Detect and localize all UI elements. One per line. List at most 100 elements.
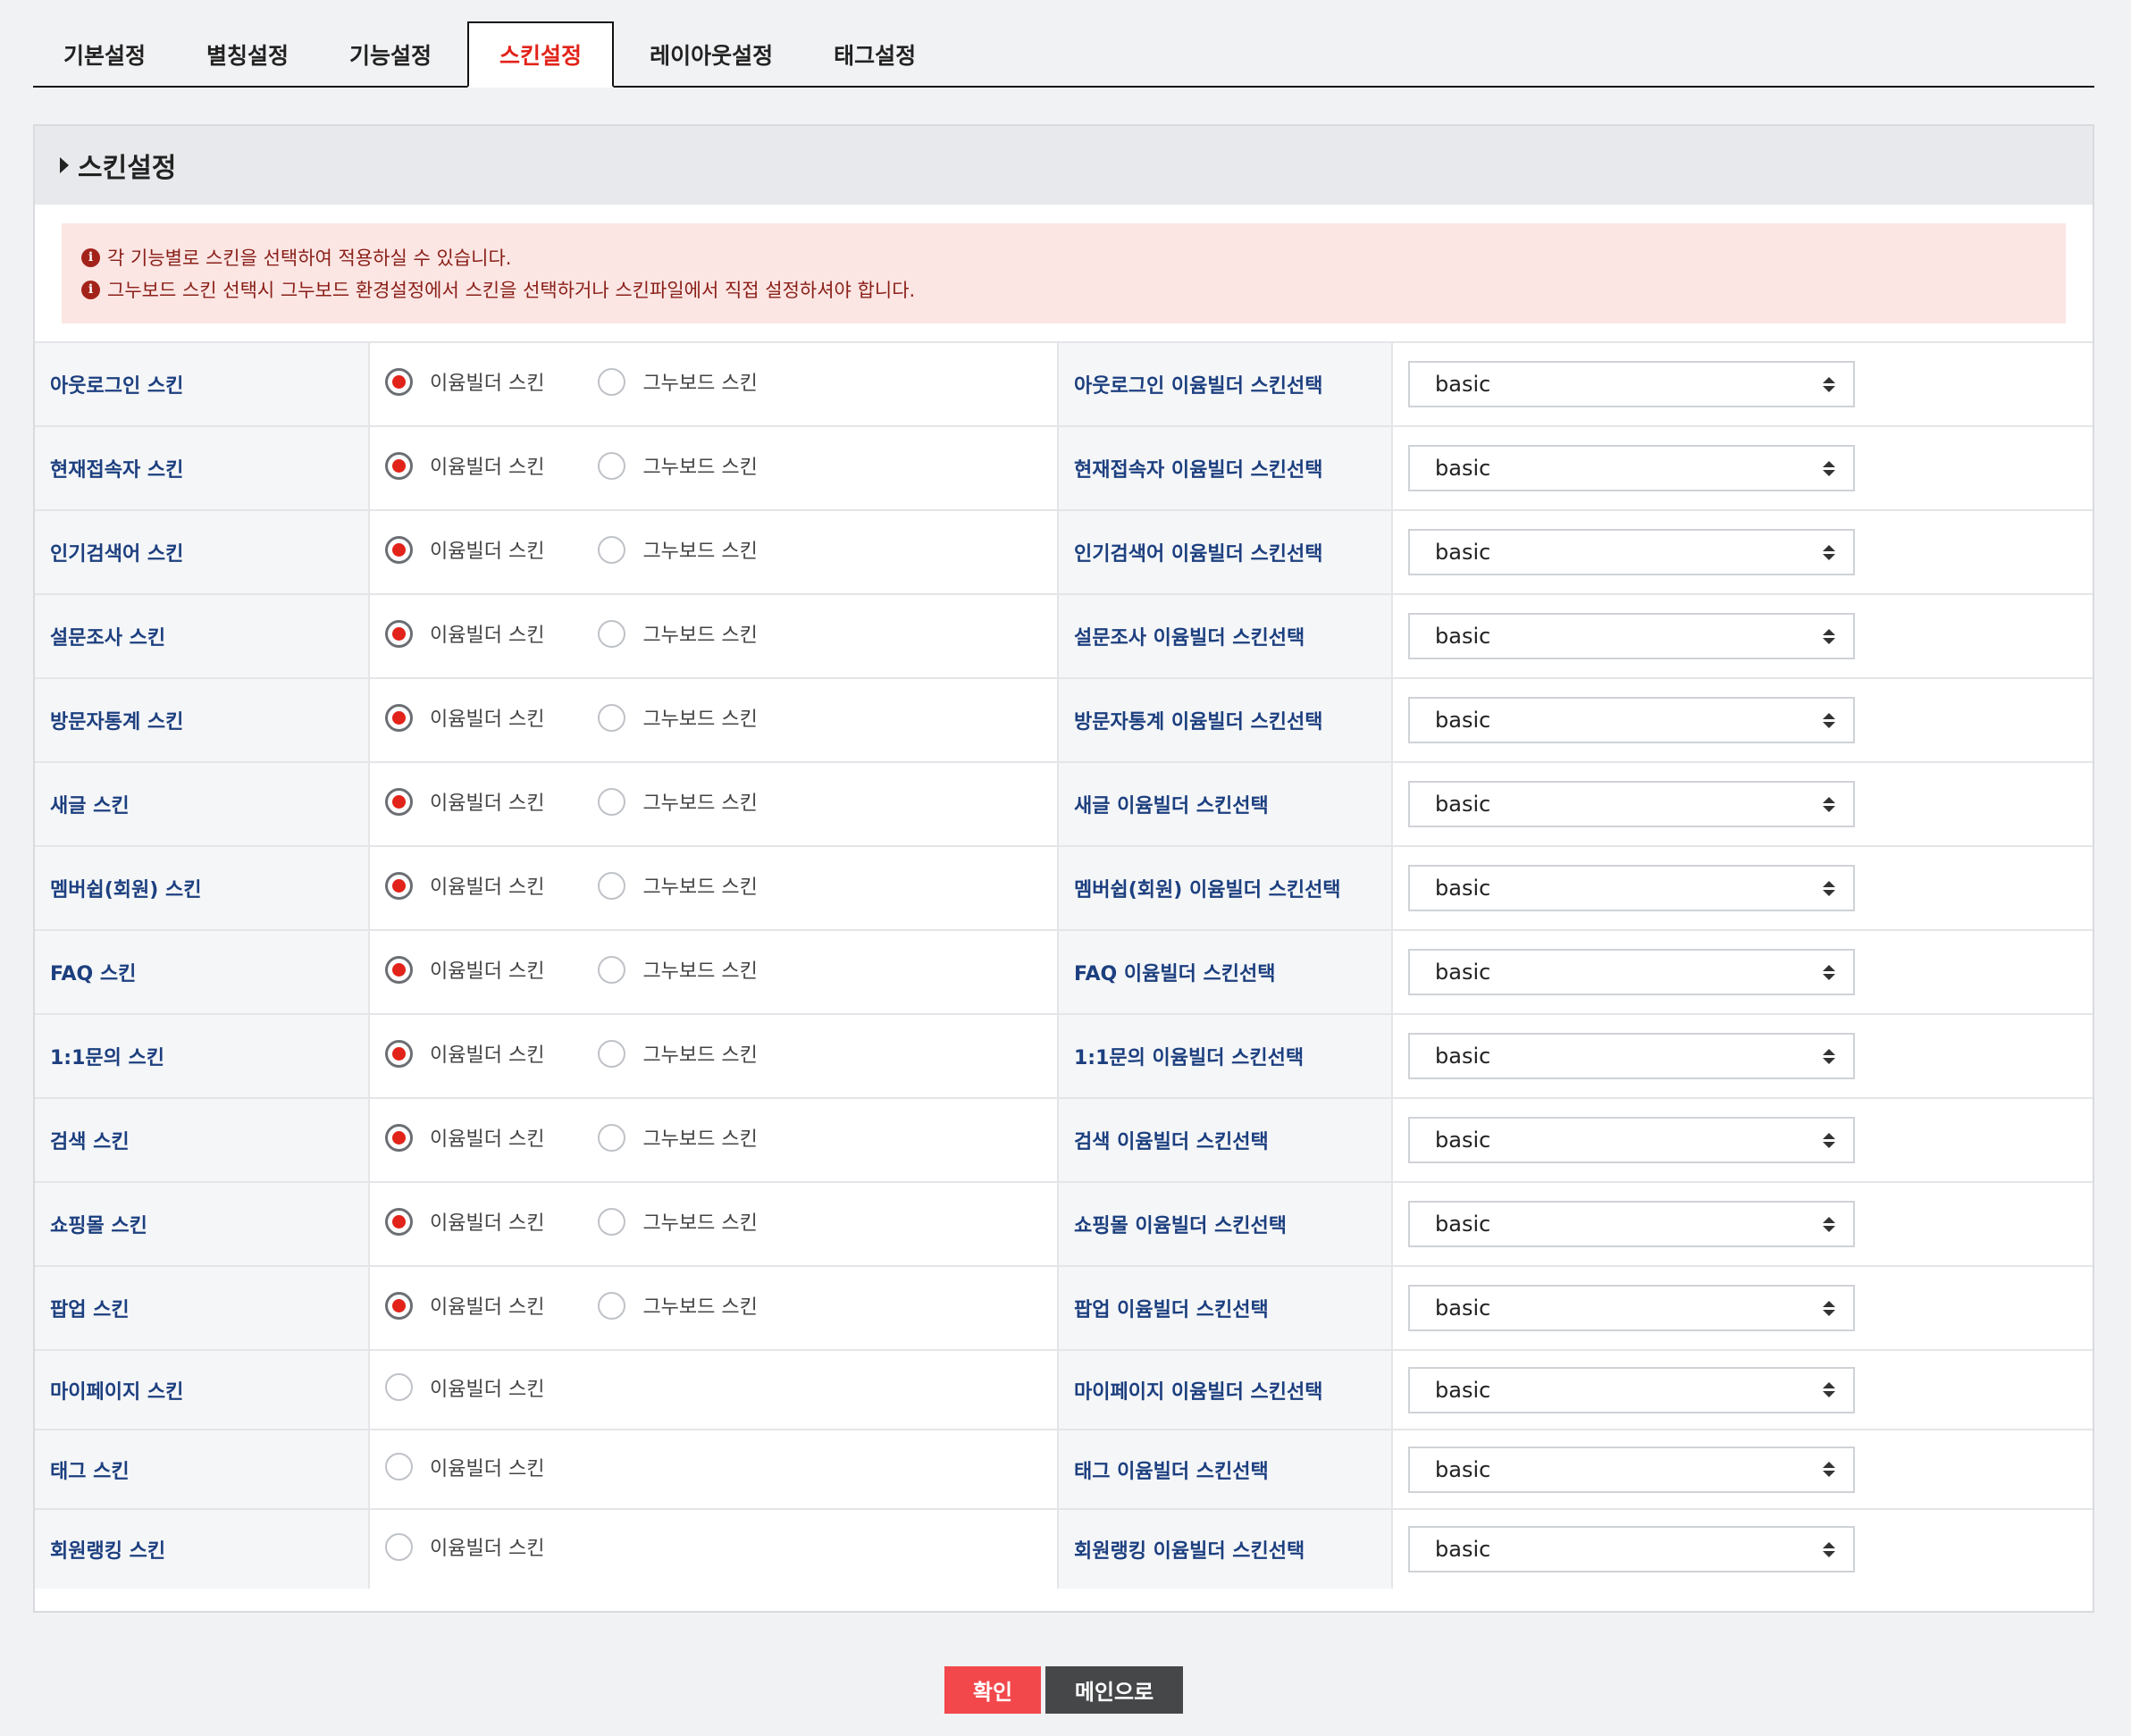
radio-button-icon[interactable] xyxy=(598,535,626,564)
radio-button-icon[interactable] xyxy=(385,535,413,564)
radio-label: 이윰빌더 스킨 xyxy=(430,625,545,647)
radio-button-icon[interactable] xyxy=(385,1123,413,1152)
skin-select-value: basic xyxy=(1435,456,1491,481)
radio-gnu[interactable]: 그누보드 스킨 xyxy=(598,1291,758,1320)
skin-select[interactable]: basic xyxy=(1408,697,1855,743)
skin-select-cell: basic xyxy=(1392,1097,2093,1182)
radio-eyoom[interactable]: 이윰빌더 스킨 xyxy=(385,1532,544,1561)
radio-gnu[interactable]: 그누보드 스킨 xyxy=(598,1123,758,1152)
radio-group: 이윰빌더 스킨 그누보드 스킨 xyxy=(385,1207,1057,1236)
radio-button-icon[interactable] xyxy=(385,703,413,732)
tab-3[interactable]: 스킨설정 xyxy=(467,21,615,88)
radio-button-icon[interactable] xyxy=(598,1291,626,1320)
radio-button-icon[interactable] xyxy=(385,787,413,816)
radio-gnu[interactable]: 그누보드 스킨 xyxy=(598,955,758,984)
radio-button-icon[interactable] xyxy=(385,955,413,984)
radio-eyoom[interactable]: 이윰빌더 스킨 xyxy=(385,1207,544,1236)
radio-button-icon[interactable] xyxy=(385,367,413,396)
radio-eyoom[interactable]: 이윰빌더 스킨 xyxy=(385,1123,544,1152)
skin-select-cell: basic xyxy=(1392,761,2093,846)
skin-select[interactable]: basic xyxy=(1408,1526,1855,1572)
radio-eyoom[interactable]: 이윰빌더 스킨 xyxy=(385,619,544,648)
radio-button-icon[interactable] xyxy=(598,703,626,732)
skin-source-options: 이윰빌더 스킨 xyxy=(369,1349,1059,1430)
radio-gnu[interactable]: 그누보드 스킨 xyxy=(598,451,758,480)
skin-select-value: basic xyxy=(1435,792,1491,817)
radio-eyoom[interactable]: 이윰빌더 스킨 xyxy=(385,1291,544,1320)
radio-gnu[interactable]: 그누보드 스킨 xyxy=(598,703,758,732)
radio-gnu[interactable]: 그누보드 스킨 xyxy=(598,619,758,648)
skin-select[interactable]: basic xyxy=(1408,865,1855,911)
go-main-button[interactable]: 메인으로 xyxy=(1045,1666,1183,1714)
skin-row-label: 현재접속자 스킨 xyxy=(35,425,370,510)
radio-button-icon[interactable] xyxy=(385,1373,413,1401)
skin-select[interactable]: basic xyxy=(1408,445,1855,491)
radio-gnu[interactable]: 그누보드 스킨 xyxy=(598,367,758,396)
tab-1[interactable]: 별칭설정 xyxy=(176,21,319,88)
radio-eyoom[interactable]: 이윰빌더 스킨 xyxy=(385,955,544,984)
skin-select[interactable]: basic xyxy=(1408,1446,1855,1493)
radio-button-icon[interactable] xyxy=(598,1123,626,1152)
radio-gnu[interactable]: 그누보드 스킨 xyxy=(598,535,758,564)
radio-button-icon[interactable] xyxy=(385,1039,413,1068)
radio-button-icon[interactable] xyxy=(385,1453,413,1480)
radio-button-icon[interactable] xyxy=(598,871,626,900)
radio-label: 이윰빌더 스킨 xyxy=(430,1044,545,1067)
skin-select-cell: basic xyxy=(1392,341,2093,426)
radio-eyoom[interactable]: 이윰빌더 스킨 xyxy=(385,367,544,396)
radio-button-icon[interactable] xyxy=(598,451,626,480)
radio-eyoom[interactable]: 이윰빌더 스킨 xyxy=(385,703,544,732)
radio-eyoom[interactable]: 이윰빌더 스킨 xyxy=(385,451,544,480)
skin-select[interactable]: basic xyxy=(1408,1285,1855,1331)
radio-button-icon[interactable] xyxy=(598,955,626,984)
skin-select[interactable]: basic xyxy=(1408,529,1855,575)
radio-eyoom[interactable]: 이윰빌더 스킨 xyxy=(385,1453,544,1481)
radio-gnu[interactable]: 그누보드 스킨 xyxy=(598,787,758,816)
skin-select-cell: basic xyxy=(1392,929,2093,1014)
radio-button-icon[interactable] xyxy=(385,1291,413,1320)
tab-2[interactable]: 기능설정 xyxy=(319,21,462,88)
skin-select[interactable]: basic xyxy=(1408,1366,1855,1413)
radio-button-icon[interactable] xyxy=(385,1207,413,1236)
tab-5[interactable]: 태그설정 xyxy=(803,21,946,88)
skin-row-label: 마이페이지 스킨 xyxy=(35,1349,370,1430)
radio-button-icon[interactable] xyxy=(385,451,413,480)
radio-button-icon[interactable] xyxy=(598,1039,626,1068)
radio-eyoom[interactable]: 이윰빌더 스킨 xyxy=(385,535,544,564)
skin-select-cell: basic xyxy=(1392,425,2093,510)
radio-button-icon[interactable] xyxy=(385,871,413,900)
skin-select[interactable]: basic xyxy=(1408,1033,1855,1079)
radio-eyoom[interactable]: 이윰빌더 스킨 xyxy=(385,787,544,816)
skin-row-label: 검색 스킨 xyxy=(35,1097,370,1182)
radio-eyoom[interactable]: 이윰빌더 스킨 xyxy=(385,1373,544,1402)
tab-4[interactable]: 레이아웃설정 xyxy=(619,21,803,88)
radio-gnu[interactable]: 그누보드 스킨 xyxy=(598,1039,758,1068)
radio-group: 이윰빌더 스킨 그누보드 스킨 xyxy=(385,367,1057,396)
skin-select[interactable]: basic xyxy=(1408,949,1855,995)
skin-source-options: 이윰빌더 스킨 그누보드 스킨 xyxy=(369,1013,1059,1098)
skin-select[interactable]: basic xyxy=(1408,613,1855,659)
radio-label: 이윰빌더 스킨 xyxy=(430,960,545,983)
tab-0[interactable]: 기본설정 xyxy=(33,21,176,88)
radio-eyoom[interactable]: 이윰빌더 스킨 xyxy=(385,871,544,900)
radio-button-icon[interactable] xyxy=(598,787,626,816)
skin-select-cell: basic xyxy=(1392,1181,2093,1266)
radio-button-icon[interactable] xyxy=(385,1532,413,1561)
updown-arrows-icon xyxy=(1823,1216,1835,1232)
skin-select[interactable]: basic xyxy=(1408,361,1855,407)
updown-arrows-icon xyxy=(1823,544,1835,560)
radio-button-icon[interactable] xyxy=(598,1207,626,1236)
skin-select[interactable]: basic xyxy=(1408,1201,1855,1247)
radio-label: 이윰빌더 스킨 xyxy=(430,373,545,395)
radio-gnu[interactable]: 그누보드 스킨 xyxy=(598,1207,758,1236)
skin-select[interactable]: basic xyxy=(1408,1117,1855,1163)
radio-button-icon[interactable] xyxy=(598,367,626,396)
confirm-button[interactable]: 확인 xyxy=(944,1666,1041,1714)
radio-eyoom[interactable]: 이윰빌더 스킨 xyxy=(385,1039,544,1068)
radio-gnu[interactable]: 그누보드 스킨 xyxy=(598,871,758,900)
skin-select[interactable]: basic xyxy=(1408,781,1855,827)
radio-label: 이윰빌더 스킨 xyxy=(430,1296,545,1319)
radio-button-icon[interactable] xyxy=(385,619,413,648)
notice-box: i 각 기능별로 스킨을 선택하여 적용하실 수 있습니다. i 그누보드 스킨… xyxy=(62,223,2066,323)
radio-button-icon[interactable] xyxy=(598,619,626,648)
